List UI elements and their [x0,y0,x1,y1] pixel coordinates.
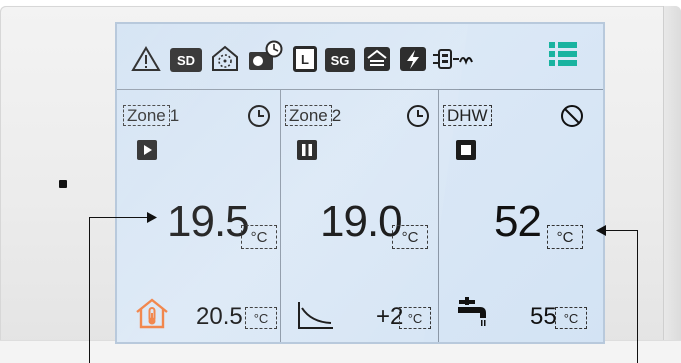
zone-2-offset-unit: °C [399,307,431,329]
sd-label: SD [176,52,196,68]
zone-2-label: Zone [285,105,332,126]
arrow-left-icon [596,225,606,236]
zone-2-number: 2 [331,106,342,125]
callout-line-left-horizontal [89,217,155,218]
status-bar: SD L SG [117,24,603,90]
pause-icon[interactable] [297,140,317,160]
play-icon[interactable] [137,140,157,160]
schedule-unit-icon [247,40,283,72]
sg-ready-icon: SG [325,48,355,72]
house-thermometer-icon [135,297,169,329]
column-divider [280,90,281,342]
heat-exchange-icon [431,46,473,72]
zone-1-unit: °C [241,225,277,249]
heating-curve-icon [297,300,335,330]
lcd-screen: SD L SG Zone 1 19.5 °C 20.5 °C Zone 2 19… [115,22,605,344]
status-led [59,180,67,188]
zone-1-number: 1 [169,106,180,125]
house-flow-icon [363,46,391,72]
clock-icon [247,104,271,128]
defrost-icon [210,44,240,72]
clock-icon [406,104,430,128]
dhw-unit: °C [547,225,583,249]
zone-2-title: Zone 2 [285,105,342,126]
device-right-edge [663,6,681,351]
zone-1-room-unit: °C [245,307,277,329]
sg-label: SG [330,52,350,68]
arrow-right-icon [147,212,157,223]
disabled-icon [560,104,584,128]
menu-icon[interactable] [549,41,577,67]
dhw-setpoint-unit: °C [555,307,587,329]
zone-1-label: Zone [123,105,170,126]
dhw-title: DHW [443,105,492,126]
dhw-temperature: 52 [494,197,542,246]
zone-2-temperature: 19.0 [320,197,403,246]
column-divider [438,90,439,342]
dhw-label: DHW [443,105,492,126]
zone-1-room-temp: 20.5 [196,303,243,330]
callout-line-right [637,230,638,363]
sd-card-icon: SD [170,48,202,72]
zone-1-temperature: 19.5 [167,197,250,246]
stop-icon[interactable] [456,140,476,160]
warning-icon [131,46,161,72]
zone-1-title: Zone 1 [123,105,180,126]
l-mode-icon: L [293,46,317,72]
callout-line-left [89,217,90,363]
power-icon [399,46,427,72]
dhw-setpoint: 55 [530,303,557,330]
tap-icon [456,296,492,330]
l-mode-label: L [301,51,309,67]
zone-2-unit: °C [392,225,428,249]
